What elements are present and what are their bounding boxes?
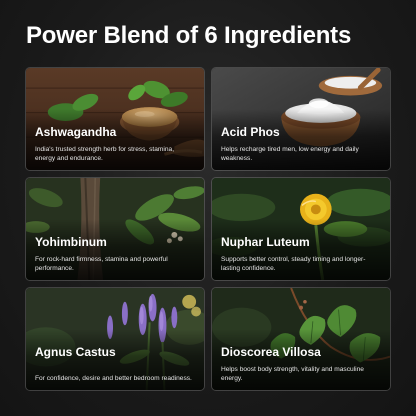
ingredient-name: Ashwagandha	[35, 125, 117, 139]
ingredient-description: Supports better control, steady timing a…	[221, 256, 366, 272]
ingredient-name: Dioscorea Villosa	[221, 345, 321, 359]
ingredient-description: India's trusted strength herb for stress…	[35, 146, 175, 162]
ingredient-name: Acid Phos	[221, 125, 280, 139]
ingredient-card-ashwagandha: Ashwagandha India's trusted strength her…	[25, 67, 205, 171]
ingredient-card-dioscorea-villosa: Dioscorea Villosa Helps boost body stren…	[211, 287, 391, 391]
ingredient-description: For rock-hard firmness, stamina and powe…	[35, 256, 168, 272]
ingredient-card-agnus-castus: Agnus Castus For confidence, desire and …	[25, 287, 205, 391]
ingredient-name: Agnus Castus	[35, 345, 116, 359]
ingredient-card-acid-phos: Acid Phos Helps recharge tired men, low …	[211, 67, 391, 171]
ingredient-name: Yohimbinum	[35, 235, 107, 249]
ingredient-card-yohimbinum: Yohimbinum For rock-hard firmness, stami…	[25, 177, 205, 281]
ingredient-description: Helps boost body strength, vitality and …	[221, 366, 364, 382]
ingredient-name: Nuphar Luteum	[221, 235, 310, 249]
ingredient-description: Helps recharge tired men, low energy and…	[221, 146, 359, 162]
ingredients-grid: Ashwagandha India's trusted strength her…	[25, 67, 391, 392]
ingredient-description: For confidence, desire and better bedroo…	[35, 375, 192, 382]
page-title: Power Blend of 6 Ingredients	[26, 22, 352, 49]
ingredient-card-nuphar-luteum: Nuphar Luteum Supports better control, s…	[211, 177, 391, 281]
